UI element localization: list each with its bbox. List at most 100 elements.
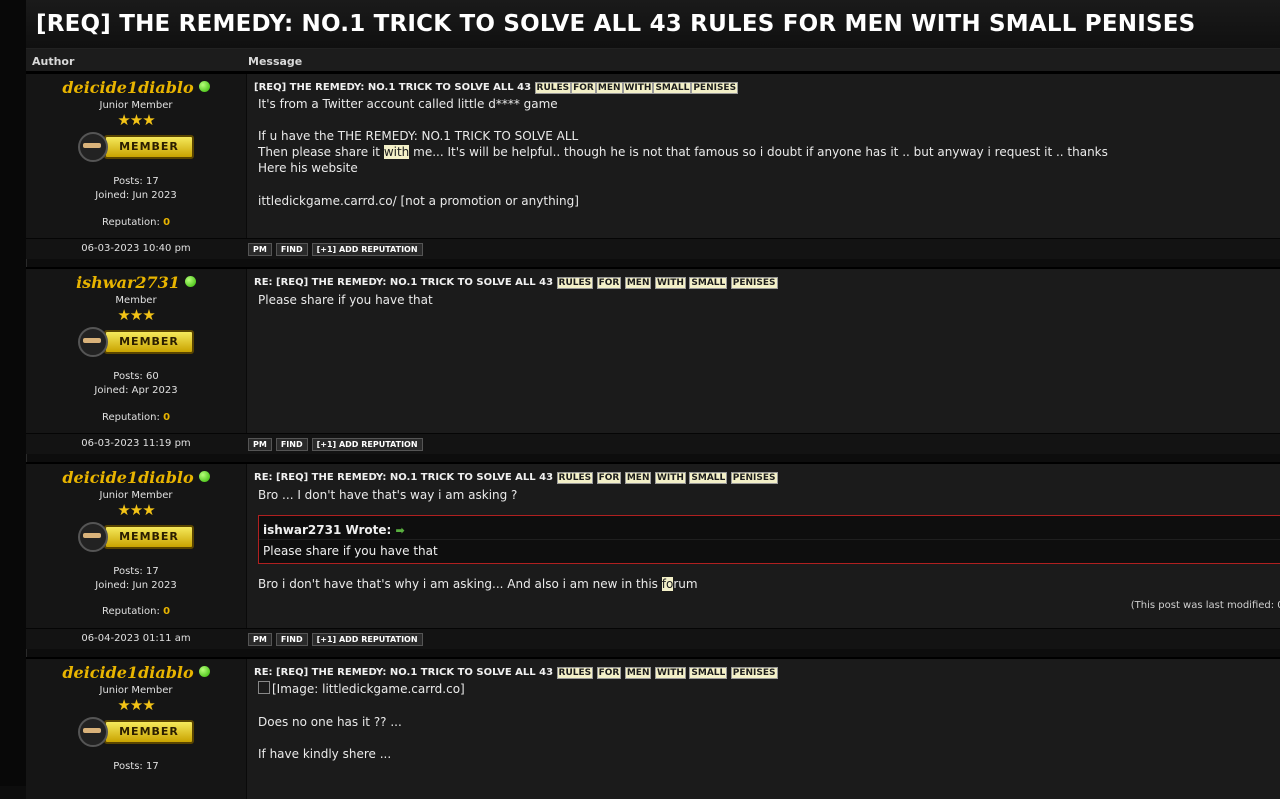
find-button[interactable]: FIND: [275, 632, 308, 646]
reputation: Reputation: 0: [26, 412, 246, 423]
post-message: RE: [REQ] THE REMEDY: NO.1 TRICK TO SOLV…: [247, 659, 1280, 799]
image-alt-text: [Image: littledickgame.carrd.co]: [272, 682, 465, 696]
join-date: Joined: Jun 2023: [95, 580, 177, 591]
post-author: deicide1diablo Junior Member ★★★ MEMBER …: [26, 74, 247, 238]
post-footer: 06-03-2023 10:40 pm PM FIND [+1] ADD REPUT…: [26, 238, 1280, 259]
pm-button[interactable]: PM: [248, 632, 272, 646]
reputation-label: Reputation:: [101, 412, 160, 423]
badge-label: MEMBER: [104, 135, 194, 159]
highlight-word: WITH: [654, 277, 686, 289]
ninja-avatar-icon: [78, 327, 108, 357]
post: deicide1diablo Junior Member ★★★ MEMBER …: [26, 72, 1280, 259]
subject-text: RE: [REQ] THE REMEDY: NO.1 TRICK TO SOLV…: [254, 667, 554, 678]
text-line: If u have the THE REMEDY: NO.1 TRICK TO …: [258, 129, 579, 143]
left-edge: [0, 0, 27, 786]
highlight-word: FOR: [596, 277, 622, 289]
post-date: 06-03-2023 11:19 pm: [81, 438, 191, 449]
text-line: Please share if you have that: [258, 293, 433, 307]
join-date: Joined: Apr 2023: [94, 385, 178, 396]
highlight-word: MEN: [624, 472, 652, 484]
username-link[interactable]: deicide1diablo: [62, 468, 193, 487]
find-button[interactable]: FIND: [275, 437, 308, 451]
post-subject: RE: [REQ] THE REMEDY: NO.1 TRICK TO SOLV…: [254, 667, 1280, 679]
subject-text: RE: [REQ] THE REMEDY: NO.1 TRICK TO SOLV…: [254, 277, 554, 288]
post-body-text: Bro ... I don't have that's way i am ask…: [258, 487, 1280, 503]
highlight-word: FOR: [596, 667, 622, 679]
highlight-word: RULES: [556, 472, 594, 484]
reputation-value[interactable]: 0: [163, 412, 170, 423]
post-subject: RE: [REQ] THE REMEDY: NO.1 TRICK TO SOLV…: [254, 472, 1280, 484]
post-author: deicide1diablo Junior Member ★★★ MEMBER …: [26, 464, 247, 628]
text-line: If have kindly shere ...: [258, 747, 392, 761]
username-link[interactable]: ishwar2731: [76, 273, 180, 292]
text-fragment: Then please share it: [258, 145, 380, 159]
highlight-word: SMALL: [689, 667, 728, 679]
message-column-label: Message: [248, 55, 303, 68]
user-rank: Junior Member: [99, 490, 173, 501]
pm-button[interactable]: PM: [248, 242, 272, 256]
ninja-avatar-icon: [78, 717, 108, 747]
badge-label: MEMBER: [104, 525, 194, 549]
reputation: Reputation: 0: [26, 606, 246, 617]
add-reputation-button[interactable]: [+1] ADD REPUTATION: [311, 437, 423, 451]
badge-label: MEMBER: [104, 330, 194, 354]
post-message: RE: [REQ] THE REMEDY: NO.1 TRICK TO SOLV…: [247, 464, 1280, 628]
thread-page: [REQ] THE REMEDY: NO.1 TRICK TO SOLVE AL…: [26, 0, 1280, 799]
text-fragment: rum: [673, 577, 698, 591]
text-line: Bro i don't have that's why i am asking.…: [258, 576, 1280, 592]
find-button[interactable]: FIND: [275, 242, 308, 256]
highlight-word: MEN: [595, 82, 623, 94]
member-badge-icon: MEMBER: [71, 130, 201, 164]
post-count: Posts: 17: [113, 176, 159, 187]
highlight-word: MEN: [624, 667, 652, 679]
post-body-text: Please share if you have that: [258, 292, 1280, 308]
add-reputation-button[interactable]: [+1] ADD REPUTATION: [311, 242, 423, 256]
image-placeholder: [Image: littledickgame.carrd.co]: [258, 681, 1280, 697]
user-rank: Member: [115, 295, 157, 306]
online-status-icon: [198, 471, 210, 482]
text-fragment: Bro i don't have that's why i am asking.…: [258, 577, 658, 591]
highlight-word: FOR: [596, 472, 622, 484]
reputation-label: Reputation:: [101, 606, 160, 617]
highlight-word: WITH: [622, 82, 654, 94]
post-count: Posts: 17: [113, 761, 159, 772]
highlight-word: PENISES: [730, 277, 778, 289]
highlight-word: WITH: [654, 472, 686, 484]
post-body-text: [Image: littledickgame.carrd.co] Does no…: [258, 681, 1280, 762]
post-footer: 06-04-2023 01:11 am PM FIND [+1] ADD REPUT…: [26, 628, 1280, 649]
ninja-avatar-icon: [78, 132, 108, 162]
post-date: 06-03-2023 10:40 pm: [81, 243, 191, 254]
text-line: Bro ... I don't have that's way i am ask…: [258, 488, 518, 502]
post: deicide1diablo Junior Member ★★★ MEMBER …: [26, 462, 1280, 649]
reputation-label: Reputation:: [101, 217, 160, 228]
highlight-word: RULES: [556, 667, 594, 679]
highlight-word: fo: [661, 577, 674, 591]
quote-author: ishwar2731 Wrote:: [263, 523, 392, 537]
member-badge-icon: MEMBER: [71, 520, 201, 554]
post-count: Posts: 17: [113, 566, 159, 577]
reputation-value[interactable]: 0: [163, 217, 170, 228]
add-reputation-button[interactable]: [+1] ADD REPUTATION: [311, 632, 423, 646]
online-status-icon: [198, 666, 210, 677]
join-date: Joined: Jun 2023: [95, 190, 177, 201]
website-link[interactable]: ittledickgame.carrd.co/ [not a promotion…: [258, 193, 1280, 209]
text-line: Does no one has it ?? ...: [258, 715, 402, 729]
username-link[interactable]: deicide1diablo: [62, 78, 193, 97]
post-footer: 06-03-2023 11:19 pm PM FIND [+1] ADD REPUT…: [26, 433, 1280, 454]
quote-header: ishwar2731 Wrote: ➡: [259, 516, 1280, 540]
column-header: Author Message: [26, 49, 1280, 72]
quote-text: Please share if you have that: [263, 544, 438, 558]
subject-text: [REQ] THE REMEDY: NO.1 TRICK TO SOLVE AL…: [254, 82, 532, 93]
pm-button[interactable]: PM: [248, 437, 272, 451]
highlight-word: PENISES: [691, 82, 739, 94]
highlight-word: SMALL: [689, 277, 728, 289]
post-body-text: Bro i don't have that's why i am asking.…: [258, 576, 1280, 592]
subject-text: RE: [REQ] THE REMEDY: NO.1 TRICK TO SOLV…: [254, 472, 554, 483]
jump-to-post-icon[interactable]: ➡: [396, 524, 405, 537]
rank-stars-icon: ★★★: [117, 111, 155, 129]
username-link[interactable]: deicide1diablo: [62, 663, 193, 682]
post-message: RE: [REQ] THE REMEDY: NO.1 TRICK TO SOLV…: [247, 269, 1280, 433]
user-rank: Junior Member: [99, 685, 173, 696]
post-message: [REQ] THE REMEDY: NO.1 TRICK TO SOLVE AL…: [247, 74, 1280, 238]
reputation-value[interactable]: 0: [163, 606, 170, 617]
